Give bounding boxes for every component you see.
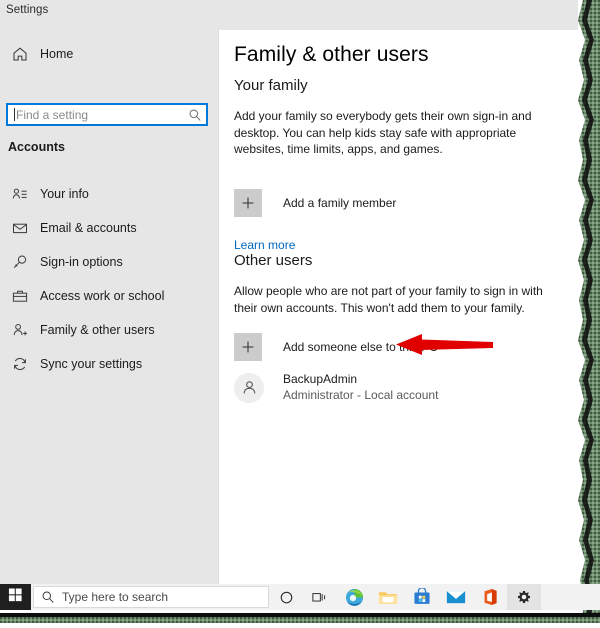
sidebar-item-access-work-school[interactable]: Access work or school <box>0 279 219 313</box>
sidebar-item-label: Your info <box>40 187 89 201</box>
settings-content-pane: Family & other users Your family Add you… <box>219 30 578 584</box>
add-someone-else-label: Add someone else to this PC <box>283 340 438 354</box>
key-icon <box>0 254 40 270</box>
user-add-icon <box>0 322 40 338</box>
settings-gear-icon[interactable] <box>507 584 541 610</box>
sidebar-item-sync-your-settings[interactable]: Sync your settings <box>0 347 219 381</box>
sidebar-item-family-other-users[interactable]: Family & other users <box>0 313 219 347</box>
mail-icon[interactable] <box>439 584 473 610</box>
taskbar-search-label: Type here to search <box>62 590 169 604</box>
add-family-member-label: Add a family member <box>283 196 397 210</box>
sidebar-item-label: Family & other users <box>40 323 155 337</box>
user-account-description: Administrator - Local account <box>283 388 439 402</box>
plus-icon <box>234 333 262 361</box>
learn-more-link[interactable]: Learn more <box>234 238 295 252</box>
window-title: Settings <box>6 4 49 16</box>
sidebar-home-label: Home <box>40 47 74 61</box>
sidebar-section-header: Accounts <box>8 140 65 154</box>
briefcase-icon <box>0 288 40 304</box>
user-account-texts: BackupAdmin Administrator - Local accoun… <box>283 372 438 403</box>
sync-icon <box>0 356 40 372</box>
settings-sidebar: Home Accounts <box>0 30 219 584</box>
settings-window: Settings Home Accounts <box>0 0 578 584</box>
search-icon[interactable] <box>184 108 206 122</box>
search-box[interactable] <box>6 103 208 126</box>
person-avatar-icon <box>234 372 264 403</box>
sidebar-item-label: Sign-in options <box>40 255 123 269</box>
window-titlebar: Settings <box>0 0 578 30</box>
sidebar-item-email-accounts[interactable]: Email & accounts <box>0 211 219 245</box>
other-users-heading: Other users <box>234 252 313 269</box>
add-family-member-button[interactable]: Add a family member <box>234 189 396 217</box>
sidebar-item-your-info[interactable]: Your info <box>0 177 219 211</box>
screenshot-bottom-edge-artifact <box>0 610 600 623</box>
envelope-icon <box>0 220 40 236</box>
your-family-heading: Your family <box>234 77 308 94</box>
sidebar-item-label: Sync your settings <box>40 357 143 371</box>
sidebar-item-home[interactable]: Home <box>0 40 219 68</box>
file-explorer-icon[interactable] <box>371 584 405 610</box>
sidebar-item-label: Email & accounts <box>40 221 137 235</box>
search-input[interactable] <box>15 106 184 123</box>
edge-icon[interactable] <box>337 584 371 610</box>
task-view-icon[interactable] <box>303 584 337 610</box>
sidebar-item-label: Access work or school <box>40 289 165 303</box>
search-icon <box>34 590 62 604</box>
user-account-name: BackupAdmin <box>283 372 358 386</box>
windows-taskbar: Type here to search <box>0 584 600 610</box>
taskbar-search-box[interactable]: Type here to search <box>33 586 269 608</box>
cortana-icon[interactable] <box>269 584 303 610</box>
microsoft-store-icon[interactable] <box>405 584 439 610</box>
other-users-description: Allow people who are not part of your fa… <box>234 284 543 315</box>
user-info-icon <box>0 186 40 202</box>
start-button[interactable] <box>0 584 31 610</box>
home-icon <box>0 46 40 62</box>
sidebar-item-sign-in-options[interactable]: Sign-in options <box>0 245 219 279</box>
sidebar-nav-list: Your info Email & accounts Sign-in optio… <box>0 177 219 381</box>
add-someone-else-button[interactable]: Add someone else to this PC <box>234 333 438 361</box>
plus-icon <box>234 189 262 217</box>
screenshot-edge-artifact <box>574 0 600 620</box>
your-family-description: Add your family so everybody gets their … <box>234 109 532 156</box>
office-icon[interactable] <box>473 584 507 610</box>
user-account-list-item[interactable]: BackupAdmin Administrator - Local accoun… <box>234 372 438 403</box>
page-title: Family & other users <box>234 43 429 66</box>
windows-logo-icon <box>8 587 23 607</box>
